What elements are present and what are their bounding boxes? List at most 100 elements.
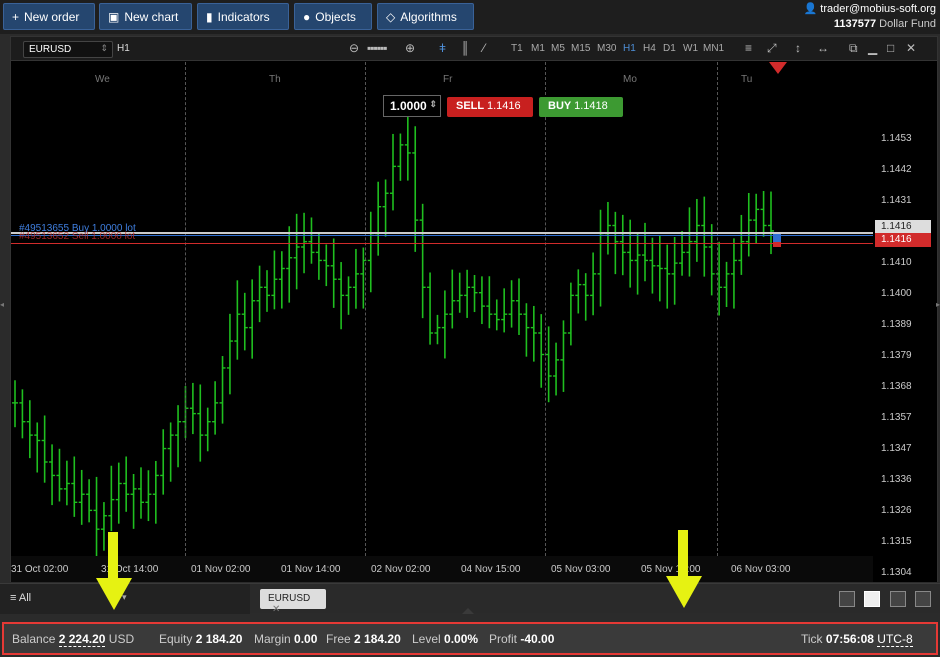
- chart-icon: ▣: [108, 9, 120, 24]
- time-tick: 01 Nov 02:00: [191, 564, 251, 575]
- algorithms-button[interactable]: ◇ Algorithms: [377, 3, 474, 30]
- timeframe-w1[interactable]: W1: [683, 43, 698, 54]
- layout-grid-button[interactable]: [864, 591, 880, 607]
- free-margin: Free 2 184.20: [326, 632, 401, 646]
- price-bar: [553, 342, 560, 396]
- price-bar: [145, 470, 152, 522]
- price-bar: [78, 469, 85, 525]
- price-bar: [671, 237, 678, 305]
- price-bar: [175, 405, 182, 468]
- chart-window: EURUSD ⇕ H1 ⊖ ▪▪▪▪▪▪ ⊕ ǂ ║ ⁄ T1 M1 M5 M15 M30…: [10, 36, 938, 582]
- price-bar: [115, 462, 122, 524]
- timeframe-m15[interactable]: M15: [571, 43, 590, 54]
- margin-level: Level 0.00%: [412, 632, 479, 646]
- layout-single-button[interactable]: [839, 591, 855, 607]
- price-bar: [441, 290, 448, 359]
- quantity-input[interactable]: 1.0000 ⇕: [383, 95, 441, 117]
- indicators-button[interactable]: ▮ Indicators: [197, 3, 289, 30]
- time-tick: 01 Nov 14:00: [281, 564, 341, 575]
- price-bar: [241, 292, 248, 351]
- price-bar: [679, 230, 686, 276]
- balance: Balance 2 224.20 USD: [12, 632, 135, 647]
- objects-icon: ●: [303, 9, 311, 24]
- price-bar: [130, 474, 137, 529]
- timeframe-d1[interactable]: D1: [663, 43, 676, 54]
- timeframe-m1[interactable]: M1: [531, 43, 545, 54]
- left-collapse-icon[interactable]: ◂: [0, 300, 4, 309]
- price-tick: 1.1442: [881, 164, 912, 175]
- minimize-icon[interactable]: ▁: [868, 41, 877, 55]
- user-info[interactable]: 👤 trader@mobius-soft.org 1137577 Dollar …: [804, 2, 936, 32]
- price-bar: [49, 444, 56, 506]
- expand-icon[interactable]: ⤢: [767, 41, 777, 56]
- price-bar: [352, 248, 359, 309]
- candle-type-icon[interactable]: ║: [461, 41, 470, 55]
- sell-order-line[interactable]: [11, 243, 873, 244]
- new-order-button[interactable]: + New order: [3, 3, 95, 30]
- price-bar: [686, 207, 693, 277]
- price-bar: [375, 181, 382, 256]
- tab-close-icon[interactable]: ✕: [272, 604, 280, 615]
- price-bar: [189, 382, 196, 435]
- close-icon[interactable]: ✕: [906, 41, 916, 55]
- time-tick: 05 Nov 03:00: [551, 564, 611, 575]
- price-bar: [664, 244, 671, 309]
- price-bar: [560, 320, 567, 392]
- layout-rows-button[interactable]: [915, 591, 931, 607]
- sell-button[interactable]: SELL 1.1416: [447, 97, 533, 117]
- price-bar: [597, 209, 604, 307]
- zoom-in-icon[interactable]: ⊕: [405, 41, 415, 55]
- day-label: Mo: [623, 74, 637, 85]
- price-bar: [693, 198, 700, 262]
- symbol-tab[interactable]: EURUSD ✕: [260, 589, 326, 615]
- timeframe-h4[interactable]: H4: [643, 43, 656, 54]
- new-chart-button[interactable]: ▣ New chart: [99, 3, 192, 30]
- time-axis[interactable]: 31 Oct 02:00 31 Oct 14:00 01 Nov 02:00 01 N…: [11, 556, 873, 582]
- chart-plot[interactable]: We Th Fr Mo Tu #49513655 Buy 1.0000 lot #495…: [11, 62, 873, 556]
- price-bar: [26, 400, 33, 459]
- line-type-icon[interactable]: ⁄: [483, 41, 485, 55]
- price-bar: [456, 272, 463, 313]
- panel-toggle-icon[interactable]: [462, 608, 474, 614]
- day-separator: [717, 62, 718, 556]
- buy-button[interactable]: BUY 1.1418: [539, 97, 623, 117]
- right-collapse-icon[interactable]: ▸: [936, 300, 940, 309]
- timeframe-m5[interactable]: M5: [551, 43, 565, 54]
- price-bar: [308, 217, 315, 264]
- horizontal-resize-icon[interactable]: ↔: [817, 41, 829, 55]
- price-bar: [226, 313, 233, 395]
- annotation-arrow-left: [96, 532, 132, 610]
- sell-order-label[interactable]: #49513652 Sell 1.0000 lot: [19, 231, 135, 242]
- bar-type-icon[interactable]: ǂ: [439, 41, 446, 55]
- period-label: H1: [117, 43, 130, 54]
- price-bar: [434, 314, 441, 345]
- align-icon[interactable]: ≡: [745, 41, 752, 55]
- price-bar: [723, 261, 730, 307]
- vertical-resize-icon[interactable]: ↕: [795, 41, 801, 55]
- time-tick: 04 Nov 15:00: [461, 564, 521, 575]
- timeframe-m30[interactable]: M30: [597, 43, 616, 54]
- price-bar: [516, 278, 522, 335]
- price-bar: [56, 448, 63, 502]
- price-bar: [464, 269, 471, 318]
- symbol-selector[interactable]: EURUSD ⇕: [23, 41, 113, 58]
- price-bar: [478, 276, 485, 325]
- timeframe-h1[interactable]: H1: [623, 43, 636, 54]
- objects-button[interactable]: ● Objects: [294, 3, 372, 30]
- balance-value[interactable]: 2 224.20: [58, 632, 106, 647]
- price-axis[interactable]: 1.14531.14421.14311.14211.14101.14001.13…: [873, 62, 937, 582]
- sell-marker: [773, 242, 781, 247]
- layout-columns-button[interactable]: [890, 591, 906, 607]
- zoom-out-icon[interactable]: ⊖: [349, 41, 359, 55]
- popout-icon[interactable]: ⧉: [849, 41, 858, 56]
- timeframe-t1[interactable]: T1: [511, 43, 523, 54]
- margin: Margin 0.00: [254, 632, 318, 646]
- timeframe-mn1[interactable]: MN1: [703, 43, 724, 54]
- price-bar: [86, 479, 93, 523]
- timezone-selector[interactable]: UTC-8: [877, 632, 913, 647]
- price-bar: [508, 280, 515, 328]
- zoom-slider[interactable]: ▪▪▪▪▪▪: [367, 41, 388, 55]
- buy-order-line[interactable]: [11, 235, 873, 236]
- price-bar: [745, 193, 752, 257]
- maximize-icon[interactable]: □: [887, 41, 894, 55]
